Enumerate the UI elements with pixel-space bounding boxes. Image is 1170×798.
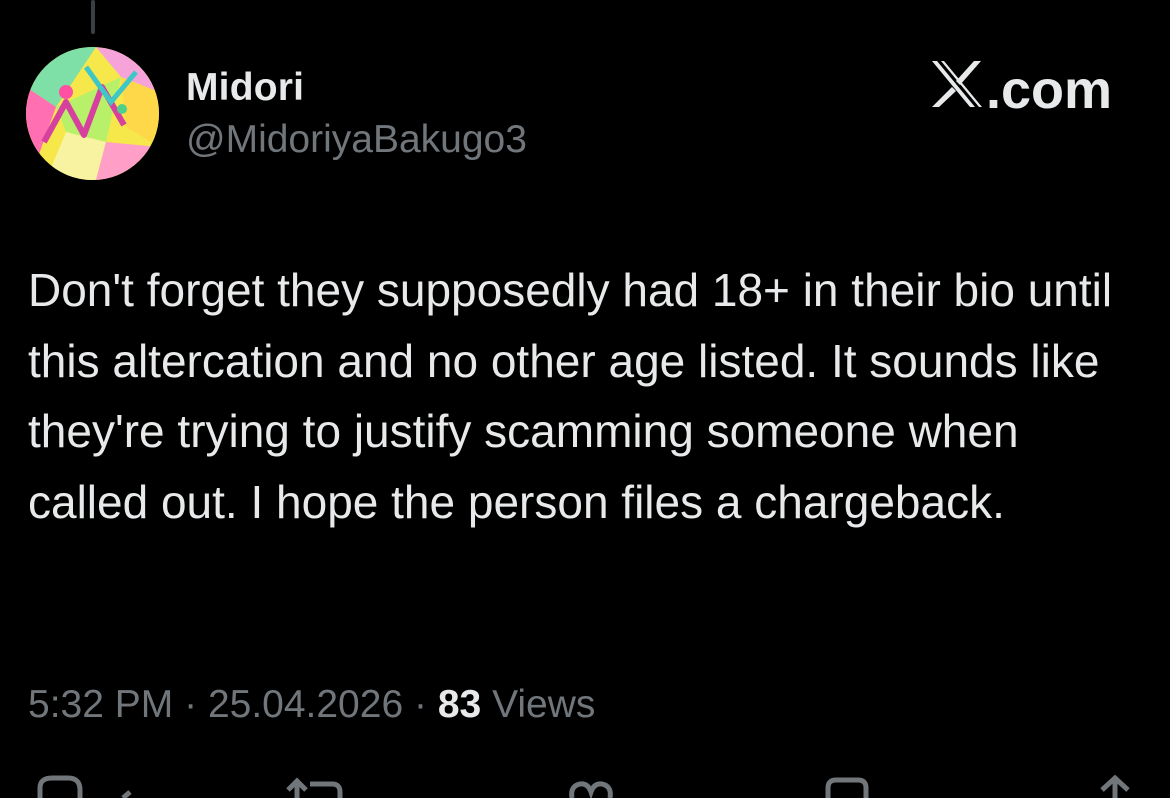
repost-icon: [282, 770, 352, 798]
x-com-watermark: .com: [930, 60, 1112, 120]
tweet-text: Don't forget they supposedly had 18+ in …: [28, 264, 1113, 528]
meta-separator: ·: [184, 683, 198, 726]
thread-connector-line: [91, 0, 95, 34]
tweet-action-bar: [0, 770, 1170, 798]
profile-avatar[interactable]: [26, 47, 159, 180]
author-handle[interactable]: @MidoriyaBakugo3: [186, 115, 527, 165]
tweet-meta: 5:32 PM · 25.04.2026 · 83 Views: [28, 678, 595, 732]
bookmark-button[interactable]: [822, 770, 872, 798]
reply-button[interactable]: [30, 770, 150, 798]
repost-button[interactable]: [282, 770, 352, 798]
views-label: Views: [492, 683, 596, 726]
like-button[interactable]: [566, 770, 616, 798]
author-display-name[interactable]: Midori: [186, 63, 304, 113]
tweet-time[interactable]: 5:32 PM: [28, 683, 173, 726]
tweet-date[interactable]: 25.04.2026: [208, 683, 403, 726]
x-logo-icon: [930, 59, 984, 122]
reply-icon: [30, 770, 150, 798]
share-button[interactable]: [1090, 770, 1140, 798]
bookmark-icon: [822, 770, 872, 798]
views-count: 83: [437, 683, 482, 726]
brand-suffix: .com: [985, 60, 1112, 120]
meta-separator: ·: [413, 683, 427, 726]
heart-icon: [566, 770, 616, 798]
share-icon: [1090, 770, 1140, 798]
